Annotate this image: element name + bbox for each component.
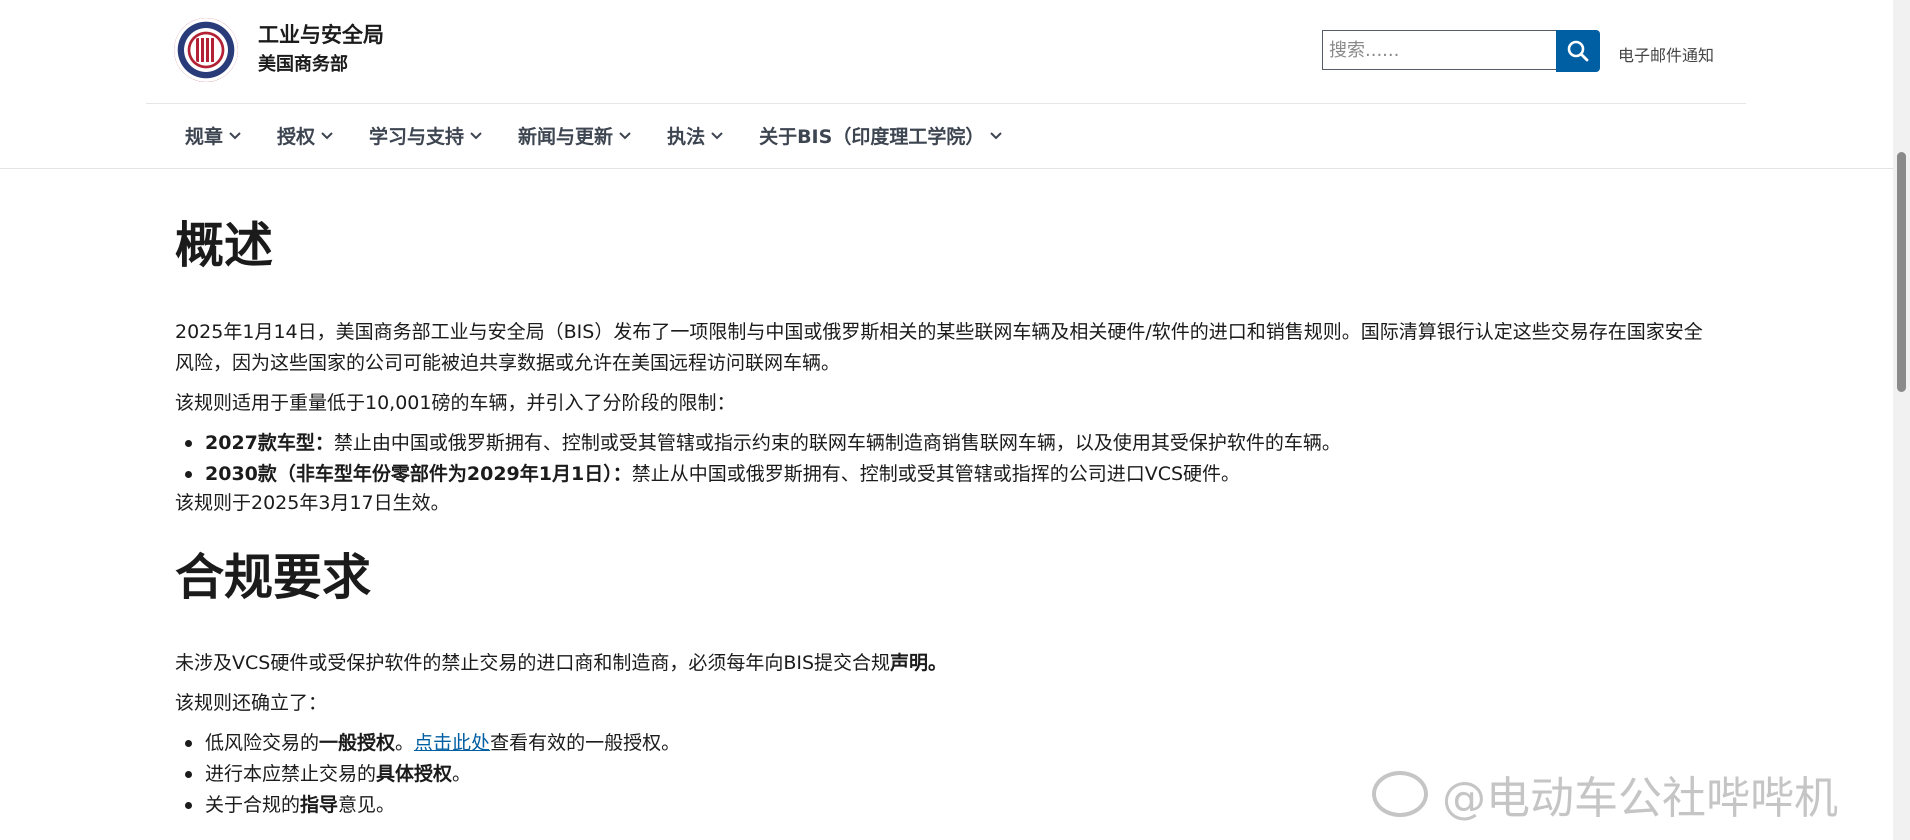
- item-bold: 一般授权: [319, 732, 396, 754]
- main-nav: 规章 授权 学习与支持 新闻与更新 执法 关于BIS（印度理工学院）: [185, 122, 1038, 149]
- item-text: 进行本应禁止交易的: [205, 763, 377, 785]
- nav-label: 规章: [185, 126, 224, 148]
- chevron-down-icon: [229, 131, 241, 139]
- compliance-text: 未涉及VCS硬件或受保护软件的禁止交易的进口商和制造商，必须每年向BIS提交合规: [175, 652, 891, 674]
- scope-paragraph: 该规则适用于重量低于10,001磅的车辆，并引入了分阶段的限制：: [175, 392, 736, 414]
- seal-center: [196, 38, 216, 62]
- nav-news-updates[interactable]: 新闻与更新: [518, 122, 631, 149]
- scrollbar-track[interactable]: [1893, 0, 1910, 840]
- site-header: 工业与安全局 美国商务部 电子邮件通知 规章 授权 学习与支持 新闻与更新 执法…: [0, 0, 1910, 169]
- item-bold: 指导: [300, 794, 339, 816]
- agency-title[interactable]: 工业与安全局 美国商务部: [258, 20, 384, 80]
- chevron-down-icon: [711, 131, 723, 139]
- item-text: 。: [452, 763, 472, 785]
- item-text: 意见。: [338, 794, 396, 816]
- nav-enforcement[interactable]: 执法: [667, 122, 723, 149]
- nav-label: 授权: [277, 126, 316, 148]
- nav-learn-support[interactable]: 学习与支持: [369, 122, 482, 149]
- authorization-list: 低风险交易的一般授权。点击此处查看有效的一般授权。 进行本应禁止交易的具体授权。…: [175, 728, 680, 821]
- scrollbar-thumb[interactable]: [1897, 152, 1906, 392]
- overview-paragraph: 2025年1月14日，美国商务部工业与安全局（BIS）发布了一项限制与中国或俄罗…: [175, 321, 1703, 374]
- agency-name: 工业与安全局: [258, 23, 384, 47]
- item-text: 禁止从中国或俄罗斯拥有、控制或受其管辖或指挥的公司进口VCS硬件。: [631, 463, 1241, 485]
- chevron-down-icon: [321, 131, 333, 139]
- click-here-link[interactable]: 点击此处: [414, 732, 490, 754]
- search-button[interactable]: [1556, 30, 1600, 72]
- list-item: 低风险交易的一般授权。点击此处查看有效的一般授权。: [175, 728, 680, 759]
- nav-label: 学习与支持: [369, 126, 465, 148]
- watermark-text: @电动车公社哔哔机: [1442, 773, 1838, 824]
- item-bold: 2030款（非车型年份零部件为2029年1月1日）：: [205, 463, 632, 485]
- list-item: 进行本应禁止交易的具体授权。: [175, 759, 680, 790]
- email-notifications-link[interactable]: 电子邮件通知: [1618, 42, 1714, 66]
- compliance-paragraph: 未涉及VCS硬件或受保护软件的禁止交易的进口商和制造商，必须每年向BIS提交合规…: [175, 648, 1705, 679]
- item-bold: 2027款车型：: [205, 432, 334, 454]
- chevron-down-icon: [990, 131, 1003, 139]
- nav-label: 执法: [667, 126, 706, 148]
- list-item: 2030款（非车型年份零部件为2029年1月1日）：禁止从中国或俄罗斯拥有、控制…: [175, 459, 1341, 490]
- effective-date: 该规则于2025年3月17日生效。: [175, 492, 450, 514]
- item-bold: 具体授权: [376, 763, 453, 785]
- chevron-down-icon: [470, 131, 482, 139]
- list-item: 关于合规的指导意见。: [175, 790, 680, 821]
- nav-licensing[interactable]: 授权: [277, 122, 333, 149]
- rule-also-paragraph: 该规则还确立了：: [175, 692, 328, 714]
- weibo-logo-icon: [1372, 771, 1428, 817]
- item-text: 。: [395, 732, 415, 754]
- nav-about-bis[interactable]: 关于BIS（印度理工学院）: [759, 122, 1003, 149]
- overview-heading: 概述: [175, 217, 274, 274]
- chevron-down-icon: [619, 131, 631, 139]
- list-item: 2027款车型：禁止由中国或俄罗斯拥有、控制或受其管辖或指示约束的联网车辆制造商…: [175, 428, 1341, 459]
- compliance-heading: 合规要求: [175, 549, 372, 606]
- bis-seal-icon[interactable]: [174, 18, 238, 82]
- item-text: 关于合规的: [205, 794, 301, 816]
- declaration-bold: 声明。: [890, 652, 948, 674]
- top-bar: 工业与安全局 美国商务部 电子邮件通知: [146, 0, 1746, 104]
- search-icon: [1567, 40, 1589, 62]
- department-name: 美国商务部: [258, 54, 348, 75]
- nav-regulations[interactable]: 规章: [185, 122, 241, 149]
- nav-label: 关于BIS（印度理工学院）: [759, 126, 985, 148]
- item-text: 查看有效的一般授权。: [490, 732, 681, 754]
- watermark: @电动车公社哔哔机: [1372, 762, 1838, 826]
- search-field[interactable]: [1322, 30, 1562, 70]
- search-input[interactable]: [1323, 31, 1561, 69]
- item-text: 低风险交易的: [205, 732, 320, 754]
- nav-label: 新闻与更新: [518, 126, 614, 148]
- phase-list: 2027款车型：禁止由中国或俄罗斯拥有、控制或受其管辖或指示约束的联网车辆制造商…: [175, 428, 1341, 490]
- item-text: 禁止由中国或俄罗斯拥有、控制或受其管辖或指示约束的联网车辆制造商销售联网车辆，以…: [333, 432, 1341, 454]
